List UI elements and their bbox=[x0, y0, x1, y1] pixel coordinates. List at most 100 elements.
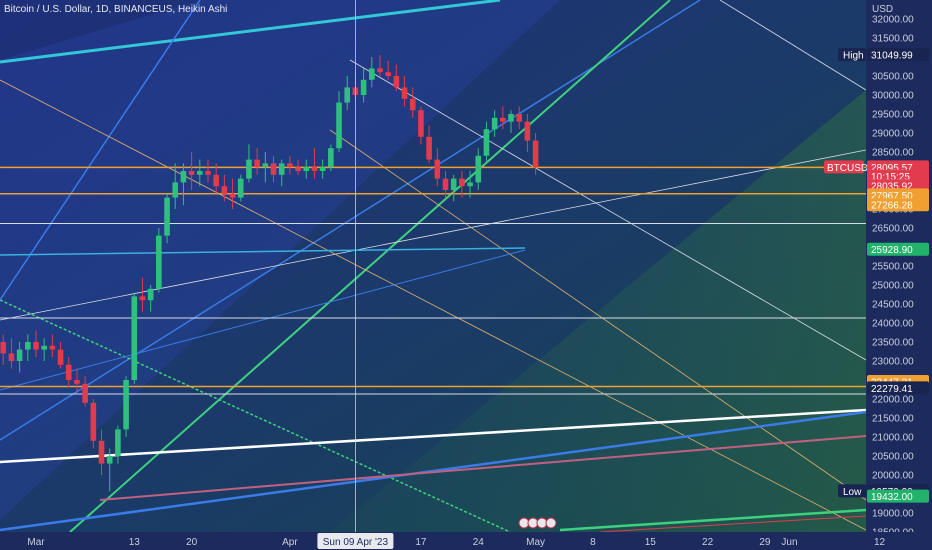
candle-body bbox=[368, 68, 375, 80]
price-tick-label: 20000.00 bbox=[872, 471, 914, 482]
price-tick-label: 29500.00 bbox=[872, 110, 914, 121]
candle-body bbox=[156, 235, 162, 289]
candle-body bbox=[270, 163, 277, 175]
candle-body bbox=[500, 117, 506, 122]
price-tick-label: 25000.00 bbox=[872, 281, 914, 292]
svg-text:22279.41: 22279.41 bbox=[871, 384, 913, 395]
svg-text:31049.99: 31049.99 bbox=[871, 51, 913, 62]
candle-body bbox=[82, 383, 88, 403]
time-tick-label: Jun bbox=[781, 537, 797, 548]
candle-body bbox=[33, 342, 39, 350]
price-badge: High 31049.99 bbox=[838, 48, 929, 62]
candle-body bbox=[524, 121, 531, 141]
candle-body bbox=[197, 171, 203, 175]
time-axis[interactable]: Mar 13 20 Apr 17 24 May 8 15 22 29 Jun 12 Sun 09 Apr … bbox=[0, 532, 932, 550]
candle-body bbox=[180, 171, 187, 183]
candle-body bbox=[74, 380, 80, 384]
price-badge: 25928.90 bbox=[867, 242, 929, 256]
price-tick-label: 25500.00 bbox=[872, 262, 914, 273]
candle-body bbox=[295, 167, 301, 171]
crosshair-date-badge: Sun 09 Apr '23 bbox=[317, 533, 394, 549]
time-tick-label: 17 bbox=[415, 537, 427, 548]
time-tick-label: Mar bbox=[27, 537, 45, 548]
price-badge: 19432.00 bbox=[867, 489, 929, 503]
candle-body bbox=[319, 167, 326, 171]
time-tick-label: 22 bbox=[702, 537, 714, 548]
chart-background bbox=[0, 0, 866, 532]
price-tick-label: 29000.00 bbox=[872, 129, 914, 140]
candle-body bbox=[16, 349, 23, 361]
candle-body bbox=[483, 129, 490, 156]
candle-body bbox=[115, 429, 121, 456]
candle-body bbox=[516, 114, 523, 122]
price-tick-label: 21500.00 bbox=[872, 414, 914, 425]
candle-body bbox=[123, 380, 129, 430]
chart-title: Bitcoin / U.S. Dollar, 1D, BINANCEUS, He… bbox=[4, 4, 227, 15]
candle-body bbox=[0, 342, 7, 354]
candle-body bbox=[459, 178, 465, 187]
svg-text:Low: Low bbox=[843, 487, 862, 498]
candle-body bbox=[393, 76, 400, 88]
candle-body bbox=[475, 155, 482, 183]
price-badge: 22279.41 bbox=[867, 381, 929, 395]
price-tick-label: 22000.00 bbox=[872, 395, 914, 406]
candle-body bbox=[418, 110, 424, 137]
time-tick-label: 29 bbox=[759, 537, 771, 548]
candle-body bbox=[409, 98, 416, 111]
price-tick-label: 26500.00 bbox=[872, 224, 914, 235]
price-badge: 27266.28 bbox=[867, 198, 929, 212]
candle-body bbox=[434, 159, 441, 179]
candle-body bbox=[49, 345, 56, 350]
candle-body bbox=[278, 163, 285, 175]
time-tick-label: 20 bbox=[186, 537, 198, 548]
candle-body bbox=[8, 353, 15, 361]
price-tick-label: 23000.00 bbox=[872, 357, 914, 368]
price-tick-label: 30500.00 bbox=[872, 72, 914, 83]
time-tick-label: May bbox=[526, 537, 545, 548]
price-tick-label: 28500.00 bbox=[872, 148, 914, 159]
price-tick-label: 24500.00 bbox=[872, 300, 914, 311]
candle-body bbox=[229, 193, 236, 198]
candle-body bbox=[442, 178, 449, 190]
svg-text:BTCUSD: BTCUSD bbox=[827, 163, 868, 174]
svg-text:25928.90: 25928.90 bbox=[871, 245, 913, 256]
candle-body bbox=[131, 296, 138, 380]
price-tick-label: 19000.00 bbox=[872, 509, 914, 520]
candle-body bbox=[139, 296, 146, 301]
candle-body bbox=[221, 186, 228, 194]
candle-body bbox=[172, 182, 179, 198]
candle-body bbox=[377, 68, 383, 73]
svg-text:Sun 09 Apr '23: Sun 09 Apr '23 bbox=[323, 537, 389, 548]
candle-body bbox=[336, 102, 342, 149]
flag-icon[interactable] bbox=[545, 517, 557, 529]
time-tick-label: Apr bbox=[282, 537, 298, 548]
price-tick-label: 31500.00 bbox=[872, 34, 914, 45]
svg-text:19432.00: 19432.00 bbox=[871, 492, 913, 503]
candle-body bbox=[262, 163, 269, 168]
candle-body bbox=[188, 171, 195, 175]
price-tick-label: 23500.00 bbox=[872, 338, 914, 349]
candle-body bbox=[65, 364, 72, 380]
svg-text:High: High bbox=[843, 51, 864, 62]
candle-body bbox=[164, 197, 170, 236]
candle-body bbox=[147, 288, 154, 301]
price-chart[interactable]: 18500.0019000.0019500.0020000.0020500.00… bbox=[0, 0, 932, 550]
candle-body bbox=[90, 402, 97, 441]
time-tick-label: 15 bbox=[645, 537, 657, 548]
candle-body bbox=[508, 114, 514, 122]
candle-body bbox=[426, 136, 432, 160]
candle-body bbox=[25, 342, 31, 350]
price-tick-label: 32000.00 bbox=[872, 15, 914, 26]
candle-body bbox=[237, 178, 244, 198]
candle-body bbox=[467, 182, 473, 187]
candle-body bbox=[106, 456, 113, 464]
candle-body bbox=[450, 178, 457, 190]
time-tick-label: 24 bbox=[473, 537, 485, 548]
time-tick-label: 13 bbox=[129, 537, 141, 548]
time-tick-label: 12 bbox=[874, 537, 886, 548]
candle-body bbox=[213, 174, 219, 187]
candle-body bbox=[532, 140, 539, 168]
candle-body bbox=[41, 345, 47, 350]
candle-body bbox=[401, 87, 408, 99]
price-tick-label: 30000.00 bbox=[872, 91, 914, 102]
